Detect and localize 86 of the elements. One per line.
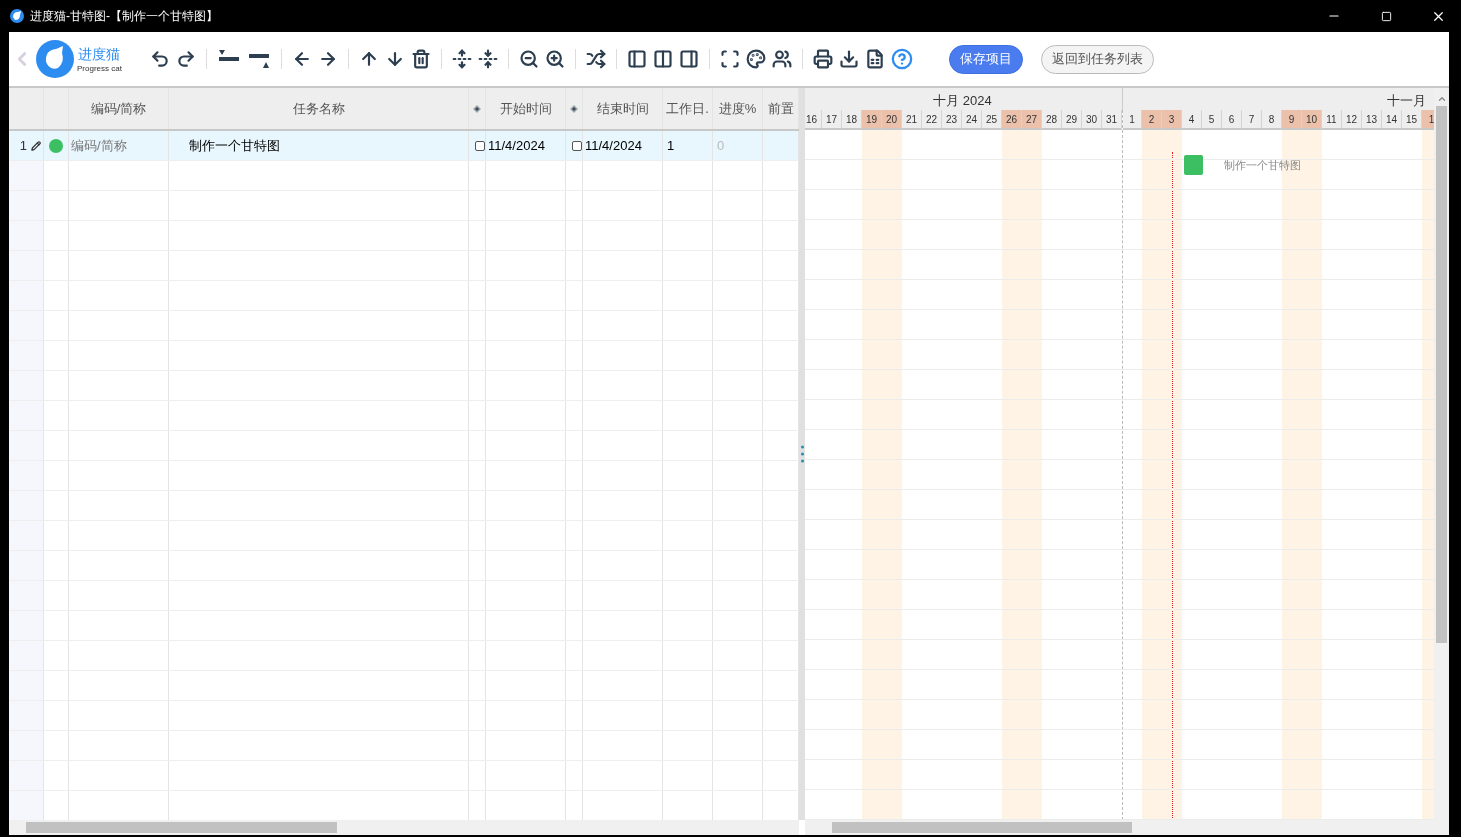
day-label: 13 <box>1362 110 1382 130</box>
day-label: 7 <box>1242 110 1262 130</box>
column-header: 任务名称 <box>292 99 345 118</box>
splitter-handle-icon[interactable] <box>800 445 804 463</box>
month-label: 十月 2024 <box>933 92 992 110</box>
day-label: 10 <box>1302 110 1322 130</box>
day-label: 20 <box>882 110 902 130</box>
day-label: 22 <box>922 110 942 130</box>
trash-icon[interactable] <box>410 49 431 69</box>
maximize-icon[interactable] <box>1380 10 1392 22</box>
download-icon[interactable] <box>838 49 859 69</box>
day-label: 18 <box>842 110 862 130</box>
column-header: 进度% <box>718 99 757 118</box>
table-cell: 编码/简称 <box>71 136 127 155</box>
day-label: 26 <box>1002 110 1022 130</box>
panel-left-icon[interactable] <box>626 49 647 69</box>
day-label: 31 <box>1102 110 1122 130</box>
day-label: 3 <box>1162 110 1182 130</box>
diamond-icon[interactable] <box>473 104 481 113</box>
day-label: 19 <box>862 110 882 130</box>
zoom-out-icon[interactable] <box>518 49 539 69</box>
table-cell: 11/4/2024 <box>488 138 545 153</box>
scrollbar-thumb[interactable] <box>832 822 1132 833</box>
collapse-icon[interactable] <box>477 49 498 69</box>
spreadsheet-icon[interactable] <box>864 49 885 69</box>
logo-name: 进度猫 <box>78 45 121 64</box>
day-label: 14 <box>1382 110 1402 130</box>
task-bar-label: 制作一个甘特图 <box>1224 158 1301 173</box>
day-label: 2 <box>1142 110 1162 130</box>
users-icon[interactable] <box>771 49 792 69</box>
diamond-icon[interactable] <box>570 104 578 113</box>
panel-right-icon[interactable] <box>678 49 699 69</box>
pencil-icon[interactable] <box>31 140 41 151</box>
expand-icon[interactable] <box>451 49 472 69</box>
day-label: 8 <box>1262 110 1282 130</box>
day-label: 4 <box>1182 110 1202 130</box>
day-label: 30 <box>1082 110 1102 130</box>
palette-icon[interactable] <box>745 49 766 69</box>
column-header: 工作日. <box>666 99 709 118</box>
columns-icon[interactable] <box>652 49 673 69</box>
undo-icon[interactable] <box>149 49 170 69</box>
save-button[interactable]: 保存项目 <box>948 44 1023 74</box>
day-label: 12 <box>1342 110 1362 130</box>
scrollbar-thumb[interactable] <box>1436 106 1447 643</box>
back-to-list-button[interactable]: 返回到任务列表 <box>1040 44 1154 74</box>
day-label: 29 <box>1062 110 1082 130</box>
logo-icon <box>36 40 74 78</box>
column-header: 结束时间 <box>596 99 649 118</box>
redo-icon[interactable] <box>175 49 196 69</box>
table-cell: 制作一个甘特图 <box>189 136 280 155</box>
help-icon[interactable] <box>890 48 913 70</box>
day-label: 1 <box>1422 110 1434 130</box>
day-label: 5 <box>1202 110 1222 130</box>
shuffle-icon[interactable] <box>585 49 606 69</box>
checkbox[interactable] <box>572 140 582 151</box>
column-header: 开始时间 <box>499 99 552 118</box>
day-label: 28 <box>1042 110 1062 130</box>
month-label: 十一月 <box>1387 92 1426 110</box>
day-label: 23 <box>942 110 962 130</box>
day-label: 21 <box>902 110 922 130</box>
day-label: 15 <box>1402 110 1422 130</box>
day-label: 24 <box>962 110 982 130</box>
day-label: 27 <box>1022 110 1042 130</box>
app-icon <box>10 9 24 23</box>
day-label: 11 <box>1322 110 1342 130</box>
day-label: 25 <box>982 110 1002 130</box>
zoom-in-icon[interactable] <box>544 49 565 69</box>
scrollbar-thumb[interactable] <box>26 822 337 833</box>
column-header: 编码/简称 <box>90 99 147 118</box>
table-cell: 11/4/2024 <box>585 138 642 153</box>
fullscreen-icon[interactable] <box>719 49 740 69</box>
logo-tagline: Progress cat <box>77 63 122 73</box>
scroll-up-icon[interactable] <box>1436 94 1447 104</box>
day-label: 1 <box>1123 110 1142 130</box>
table-cell: 0 <box>717 138 725 153</box>
column-header: 前置 <box>767 99 794 118</box>
printer-icon[interactable] <box>812 49 833 69</box>
window-title: 进度猫-甘特图-【制作一个甘特图】 <box>30 7 219 25</box>
task-row[interactable]: 1 编码/简称 制作一个甘特图 11/4/2024 11/4/2024 1 0 <box>9 131 799 161</box>
table-cell: 1 <box>667 138 675 153</box>
day-label: 16 <box>805 110 822 130</box>
day-label: 6 <box>1222 110 1242 130</box>
day-label: 17 <box>822 110 842 130</box>
day-label: 9 <box>1282 110 1302 130</box>
checkbox[interactable] <box>475 140 485 151</box>
row-number: 1 <box>19 138 27 153</box>
